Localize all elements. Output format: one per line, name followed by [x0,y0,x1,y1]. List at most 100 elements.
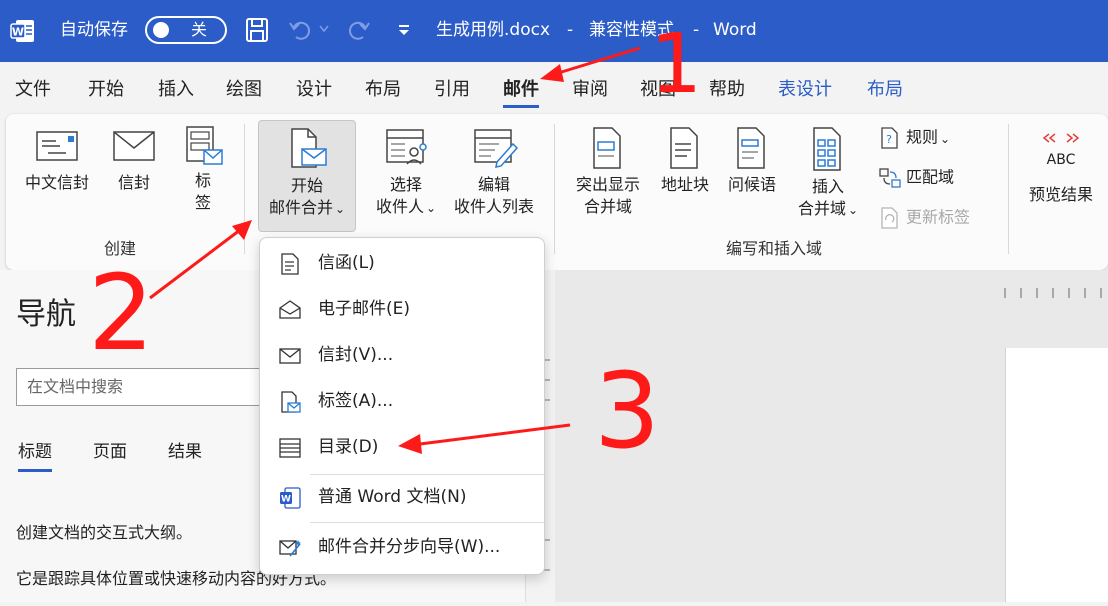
highlight-merge-fields-button[interactable]: 突出显示 合并域 [568,124,648,218]
tab-table-design[interactable]: 表设计 [778,78,832,102]
wizard-icon [279,540,301,557]
edit-recipient-list-line2: 收件人列表 [453,197,534,216]
update-labels-label: 更新标签 [906,207,971,227]
chevron-down-icon: ⌄ [425,201,437,215]
email-message-icon [279,300,301,319]
chevron-down-icon: ⌄ [940,131,951,146]
envelopes-button[interactable]: 信封 [106,128,162,194]
menu-separator [310,522,544,523]
title-bar: W 自动保存 关 生成用例.docx - 兼容性模式 - Word [0,0,1108,62]
undo-dropdown-icon[interactable] [318,24,330,34]
select-recipients-line1: 选择 [389,175,422,194]
start-mail-merge-menu: 信函(L) 电子邮件(E) 信封(V)... 标签(A)... 目录(D) W … [259,237,545,575]
word-document-icon: W [280,487,301,509]
start-mail-merge-line1: 开始 [290,176,323,195]
word-logo-icon: W [10,20,34,42]
annotation-step-2: 2 [88,252,155,374]
menu-item-directory[interactable]: 目录(D) [260,426,544,468]
update-labels-button[interactable]: 更新标签 [878,206,970,230]
autosave-label: 自动保存 [60,20,128,40]
highlight-merge-fields-icon [593,127,621,169]
tab-insert[interactable]: 插入 [158,78,194,102]
menu-item-labels[interactable]: 标签(A)... [260,380,544,422]
start-mail-merge-line2: 邮件合并 [268,198,333,217]
labels-label-line2: 签 [194,193,211,212]
select-recipients-icon [386,129,427,165]
save-icon[interactable] [245,17,269,43]
toggle-knob [153,22,169,38]
group-separator [1008,124,1009,254]
menu-item-label: 邮件合并分步向导(W)... [318,537,501,557]
tab-home[interactable]: 开始 [88,78,124,102]
envelope-icon [113,131,155,161]
nav-tab-results[interactable]: 结果 [168,440,202,464]
start-mail-merge-button[interactable]: 开始 邮件合并 ⌄ [258,120,356,232]
tab-file[interactable]: 文件 [15,78,51,102]
match-fields-button[interactable]: 匹配域 [878,166,954,190]
document-page[interactable] [1005,348,1108,602]
tab-references[interactable]: 引用 [434,78,470,102]
menu-item-mail-merge-wizard[interactable]: 邮件合并分步向导(W)... [260,526,544,568]
insert-merge-field-button[interactable]: 插入 合并域 ⌄ [788,124,868,221]
edit-recipient-list-button[interactable]: 编辑 收件人列表 [446,124,542,218]
labels-icon [186,126,223,165]
annotation-step-3: 3 [594,350,661,472]
menu-item-email-messages[interactable]: 电子邮件(E) [260,288,544,330]
greeting-line-button[interactable]: 问候语 [720,124,784,196]
labels-label-line1: 标 [194,171,211,190]
autosave-toggle[interactable]: 关 [145,16,227,44]
insert-merge-field-line2: 合并域 [797,199,846,218]
nav-tab-pages[interactable]: 页面 [93,440,127,464]
edit-recipient-list-line1: 编辑 [477,175,510,194]
select-recipients-button[interactable]: 选择 收件人 ⌄ [370,124,442,219]
menu-item-label: 标签(A)... [318,391,394,411]
menu-item-letters[interactable]: 信函(L) [260,242,544,284]
address-block-label: 地址块 [660,175,709,194]
customize-toolbar-icon[interactable] [396,24,412,38]
highlight-merge-fields-line2: 合并域 [583,197,632,216]
app-name: Word [713,20,757,40]
tab-help[interactable]: 帮助 [709,78,745,102]
tab-mailings[interactable]: 邮件 [503,78,539,108]
insert-merge-field-icon [813,127,841,171]
menu-item-envelopes[interactable]: 信封(V)... [260,334,544,376]
svg-text:W: W [12,26,24,39]
letter-icon [281,253,299,275]
menu-item-label: 信封(V)... [318,345,394,365]
tab-review[interactable]: 审阅 [572,78,608,102]
annotation-step-1: 1 [650,17,703,112]
directory-icon [279,438,301,458]
chinese-envelope-button[interactable]: 中文信封 [14,128,100,194]
group-separator [244,124,245,254]
menu-item-label: 普通 Word 文档(N) [318,487,467,507]
svg-text:W: W [281,495,291,505]
preview-results-button[interactable]: ABC 预览结果 [1018,130,1104,206]
undo-icon[interactable] [288,17,314,43]
address-block-button[interactable]: 地址块 [652,124,718,196]
label-icon [281,391,301,413]
rules-button[interactable]: ? 规则 ⌄ [878,126,950,150]
start-mail-merge-icon [291,128,327,168]
greeting-line-label: 问候语 [727,175,776,194]
nav-tab-headings[interactable]: 标题 [18,440,52,472]
svg-text:?: ? [886,133,892,146]
chinese-envelope-label: 中文信封 [24,173,89,192]
nav-hint-line1: 创建文档的交互式大纲。 [16,523,193,542]
group-separator [554,124,555,254]
envelopes-label: 信封 [117,173,150,192]
tab-layout[interactable]: 布局 [365,78,401,102]
redo-icon[interactable] [345,17,371,43]
tab-design[interactable]: 设计 [296,78,332,102]
document-filename: 生成用例.docx [436,20,551,40]
tab-draw[interactable]: 绘图 [226,78,262,102]
menu-item-normal-word-document[interactable]: W 普通 Word 文档(N) [260,476,544,518]
title-separator: - [567,20,574,40]
ribbon-tabs: 文件 开始 插入 绘图 设计 布局 引用 邮件 审阅 视图 帮助 表设计 布局 [0,62,1108,114]
match-fields-label: 匹配域 [906,167,955,187]
labels-button[interactable]: 标 签 [178,124,228,214]
address-block-icon [670,127,698,169]
chevron-down-icon: ⌄ [847,203,859,217]
autosave-state: 关 [191,20,208,39]
tab-table-layout[interactable]: 布局 [867,78,903,102]
chinese-envelope-icon [36,131,78,161]
